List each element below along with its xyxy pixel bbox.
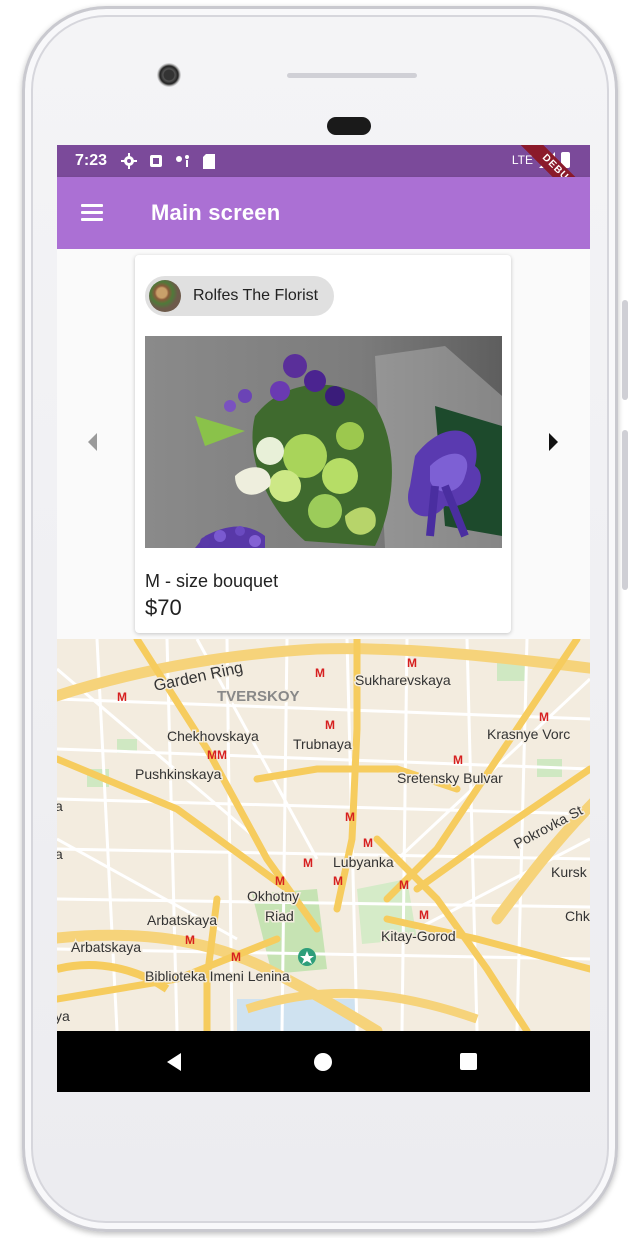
seller-avatar	[149, 280, 181, 312]
map-label-biblioteka: Biblioteka Imeni Lenina	[145, 968, 290, 984]
app-title: Main screen	[151, 200, 281, 225]
map-label-chekhovskaya: Chekhovskaya	[167, 728, 259, 744]
metro-icon: M	[453, 753, 463, 767]
product-card[interactable]: Rolfes The Florist M - size bouquet $70	[135, 255, 511, 633]
volume-button	[622, 430, 628, 590]
proximity-sensor	[327, 117, 371, 135]
metro-icon: M	[303, 856, 313, 870]
map-label-arbatskaya-2: Arbatskaya	[71, 939, 141, 955]
device-screen: 7:23 LTE DEBUG Main screen Rolfes The Fl…	[57, 145, 590, 1092]
product-price: $70	[145, 595, 182, 620]
metro-icon: M	[539, 710, 549, 724]
seller-name: Rolfes The Florist	[193, 287, 319, 304]
seller-chip[interactable]: Rolfes The Florist	[145, 276, 335, 316]
app-bar: Main screen	[57, 177, 590, 249]
metro-icon: M	[363, 836, 373, 850]
settings-gear-icon	[121, 153, 138, 169]
app-notification-icon	[150, 155, 163, 167]
metro-icon: M	[217, 748, 227, 762]
map-label-kitay-gorod: Kitay-Gorod	[381, 928, 456, 944]
location-sharing-icon	[176, 155, 190, 167]
map-label-edge-a2: a	[57, 846, 63, 862]
moscow-map: M M M M M M M M M M M M M M M M M Garden…	[57, 639, 590, 1031]
arrow-left-icon[interactable]	[88, 433, 97, 451]
front-camera	[157, 63, 181, 87]
back-icon[interactable]	[167, 1053, 181, 1071]
map-label-trubnaya: Trubnaya	[293, 736, 352, 752]
map-label-krasnye-vorota: Krasnye Vorc	[487, 726, 570, 742]
map-label-okhotny: Okhotny	[247, 888, 299, 904]
arrow-right-icon[interactable]	[549, 433, 558, 451]
map-label-sretensky-bulvar: Sretensky Bulvar	[397, 770, 503, 786]
product-name: M - size bouquet	[145, 571, 279, 591]
metro-icon: M	[185, 933, 195, 947]
sd-card-icon	[203, 153, 216, 169]
earpiece-speaker	[287, 73, 417, 78]
metro-icon: M	[419, 908, 429, 922]
power-button	[622, 300, 628, 400]
product-image	[145, 336, 502, 548]
status-bar: 7:23 LTE DEBUG	[57, 145, 590, 220]
metro-icon: M	[275, 874, 285, 888]
metro-icon: M	[207, 748, 217, 762]
map-label-lubyanka: Lubyanka	[333, 854, 394, 870]
map-label-riad: Riad	[265, 908, 294, 924]
map-label-edge-ya: ya	[57, 1008, 70, 1024]
metro-icon: M	[325, 718, 335, 732]
bouquet-illustration	[145, 336, 502, 548]
metro-icon: M	[399, 878, 409, 892]
status-time: 7:23	[75, 152, 108, 169]
map-label-tverskoy: TVERSKOY	[217, 688, 300, 705]
metro-icon: M	[117, 690, 127, 704]
metro-icon: M	[315, 666, 325, 680]
metro-icon: M	[345, 810, 355, 824]
map-label-pushkinskaya: Pushkinskaya	[135, 766, 222, 782]
map-label-kursk: Kursk	[551, 864, 588, 880]
map-label-sukharevskaya: Sukharevskaya	[355, 672, 451, 688]
home-icon[interactable]	[314, 1053, 332, 1071]
metro-icon: M	[231, 950, 241, 964]
system-navigation-bar	[57, 1031, 590, 1092]
map-label-edge-a1: a	[57, 798, 63, 814]
recent-apps-icon[interactable]	[460, 1053, 477, 1070]
map-view[interactable]: M M M M M M M M M M M M M M M M M Garden…	[57, 639, 590, 1031]
hamburger-menu-icon[interactable]	[81, 204, 105, 222]
product-carousel: Rolfes The Florist M - size bouquet $70	[57, 249, 590, 639]
metro-icon: M	[333, 874, 343, 888]
map-label-arbatskaya-1: Arbatskaya	[147, 912, 217, 928]
metro-icon: M	[407, 656, 417, 670]
map-label-chk: Chk	[565, 908, 590, 924]
